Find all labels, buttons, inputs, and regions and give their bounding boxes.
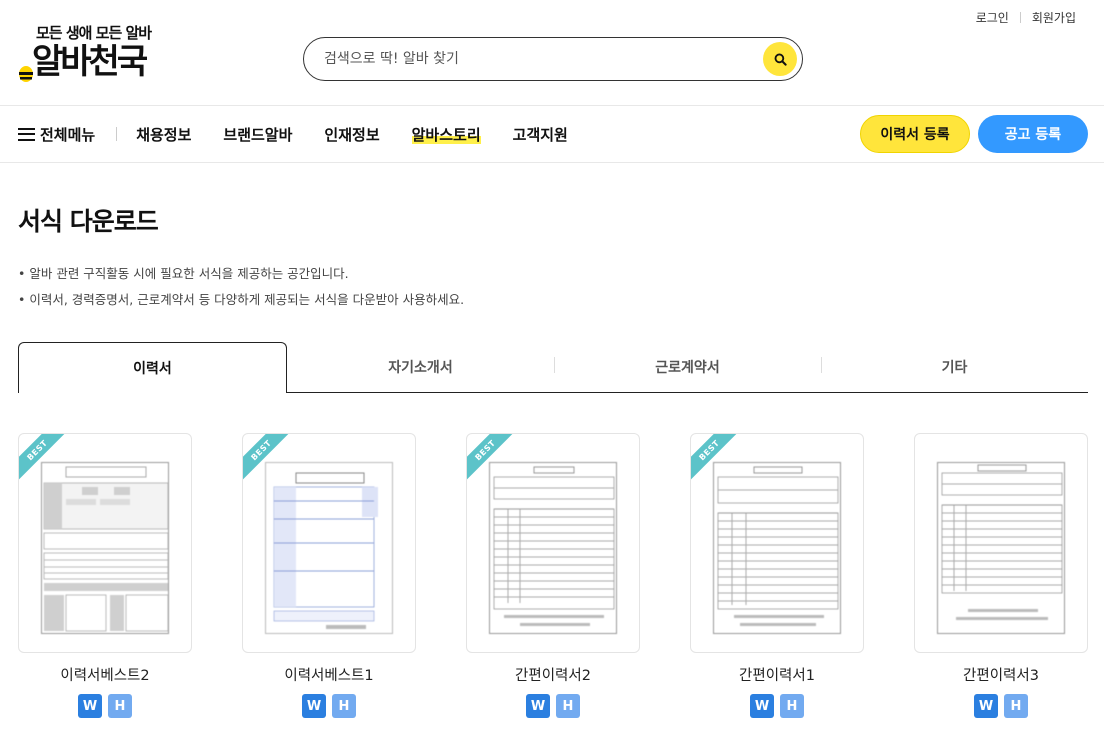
hwp-download-button[interactable]: H bbox=[556, 694, 580, 718]
login-link[interactable]: 로그인 bbox=[976, 9, 1009, 26]
form-list: BEST 이력서베스트2 W H BEST 이력서베스트1 W H BEST 간… bbox=[18, 433, 1088, 718]
download-badges: W H bbox=[466, 694, 640, 718]
tab-label: 기타 bbox=[941, 360, 968, 376]
form-preview-image bbox=[937, 462, 1065, 634]
search-button[interactable] bbox=[763, 42, 797, 76]
tab-divider bbox=[821, 357, 822, 373]
download-badges: W H bbox=[690, 694, 864, 718]
page-description: • 알바 관련 구직활동 시에 필요한 서식을 제공하는 공간입니다. • 이력… bbox=[18, 261, 464, 313]
search-bar bbox=[303, 37, 803, 81]
word-download-button[interactable]: W bbox=[526, 694, 550, 718]
register-job-button[interactable]: 공고 등록 bbox=[978, 115, 1088, 153]
description-line: • 알바 관련 구직활동 시에 필요한 서식을 제공하는 공간입니다. bbox=[18, 266, 349, 281]
logo[interactable]: 모든 생애 모든 알바 알바천국 bbox=[18, 22, 178, 84]
description-line: • 이력서, 경력증명서, 근로계약서 등 다양하게 제공되는 서식을 다운받아… bbox=[18, 292, 465, 307]
form-card[interactable]: BEST 간편이력서1 W H bbox=[690, 433, 864, 718]
hwp-download-button[interactable]: H bbox=[108, 694, 132, 718]
form-card[interactable]: BEST 이력서베스트1 W H bbox=[242, 433, 416, 718]
tab-etc[interactable]: 기타 bbox=[821, 342, 1088, 392]
form-thumbnail[interactable]: BEST bbox=[242, 433, 416, 653]
hamburger-icon bbox=[18, 127, 35, 141]
nav-item-jobs[interactable]: 채용정보 bbox=[136, 124, 191, 145]
nav-item-talent[interactable]: 인재정보 bbox=[324, 124, 379, 145]
word-download-button[interactable]: W bbox=[974, 694, 998, 718]
page-title: 서식 다운로드 bbox=[18, 207, 159, 236]
main-nav: 전체메뉴 채용정보 브랜드알바 인재정보 알바스토리 고객지원 bbox=[18, 106, 600, 162]
download-badges: W H bbox=[914, 694, 1088, 718]
word-download-button[interactable]: W bbox=[750, 694, 774, 718]
hwp-download-button[interactable]: H bbox=[780, 694, 804, 718]
logo-name: 알바천국 bbox=[32, 42, 148, 82]
nav-item-story[interactable]: 알바스토리 bbox=[411, 124, 481, 145]
form-title: 간편이력서1 bbox=[739, 668, 815, 684]
nav-item-brand[interactable]: 브랜드알바 bbox=[223, 124, 292, 145]
form-thumbnail[interactable] bbox=[914, 433, 1088, 653]
download-badges: W H bbox=[18, 694, 192, 718]
form-thumbnail[interactable]: BEST bbox=[466, 433, 640, 653]
form-title: 간편이력서3 bbox=[963, 668, 1039, 684]
form-preview-image bbox=[489, 462, 617, 634]
tab-labor-contract[interactable]: 근로계약서 bbox=[554, 342, 821, 392]
form-title: 이력서베스트1 bbox=[284, 668, 374, 684]
tab-resume[interactable]: 이력서 bbox=[18, 342, 287, 393]
form-preview-image bbox=[265, 462, 393, 634]
word-download-button[interactable]: W bbox=[78, 694, 102, 718]
form-card[interactable]: BEST 이력서베스트2 W H bbox=[18, 433, 192, 718]
hwp-download-button[interactable]: H bbox=[332, 694, 356, 718]
divider bbox=[1019, 12, 1021, 23]
all-menu-label: 전체메뉴 bbox=[40, 125, 96, 144]
all-menu-button[interactable]: 전체메뉴 bbox=[18, 124, 95, 145]
top-links: 로그인 회원가입 bbox=[976, 9, 1076, 26]
form-thumbnail[interactable]: BEST bbox=[690, 433, 864, 653]
form-thumbnail[interactable]: BEST bbox=[18, 433, 192, 653]
form-card[interactable]: 간편이력서3 W H bbox=[914, 433, 1088, 718]
tab-label: 근로계약서 bbox=[655, 360, 720, 376]
nav-divider-line bbox=[0, 162, 1104, 163]
download-badges: W H bbox=[242, 694, 416, 718]
word-download-button[interactable]: W bbox=[302, 694, 326, 718]
register-resume-button[interactable]: 이력서 등록 bbox=[860, 115, 970, 153]
form-title: 간편이력서2 bbox=[515, 668, 591, 684]
form-preview-image bbox=[41, 462, 169, 634]
form-title: 이력서베스트2 bbox=[60, 668, 150, 684]
search-input[interactable] bbox=[324, 51, 763, 67]
tab-label: 자기소개서 bbox=[388, 360, 453, 376]
tab-cover-letter[interactable]: 자기소개서 bbox=[287, 342, 554, 392]
form-tabs: 이력서 자기소개서 근로계약서 기타 bbox=[18, 342, 1088, 393]
signup-link[interactable]: 회원가입 bbox=[1032, 9, 1076, 26]
nav-divider bbox=[116, 127, 118, 141]
form-card[interactable]: BEST 간편이력서2 W H bbox=[466, 433, 640, 718]
search-icon bbox=[774, 53, 787, 66]
form-preview-image bbox=[713, 462, 841, 634]
logo-slogan: 모든 생애 모든 알바 bbox=[36, 24, 152, 42]
nav-item-support[interactable]: 고객지원 bbox=[513, 124, 568, 145]
tab-divider bbox=[554, 357, 555, 373]
hwp-download-button[interactable]: H bbox=[1004, 694, 1028, 718]
